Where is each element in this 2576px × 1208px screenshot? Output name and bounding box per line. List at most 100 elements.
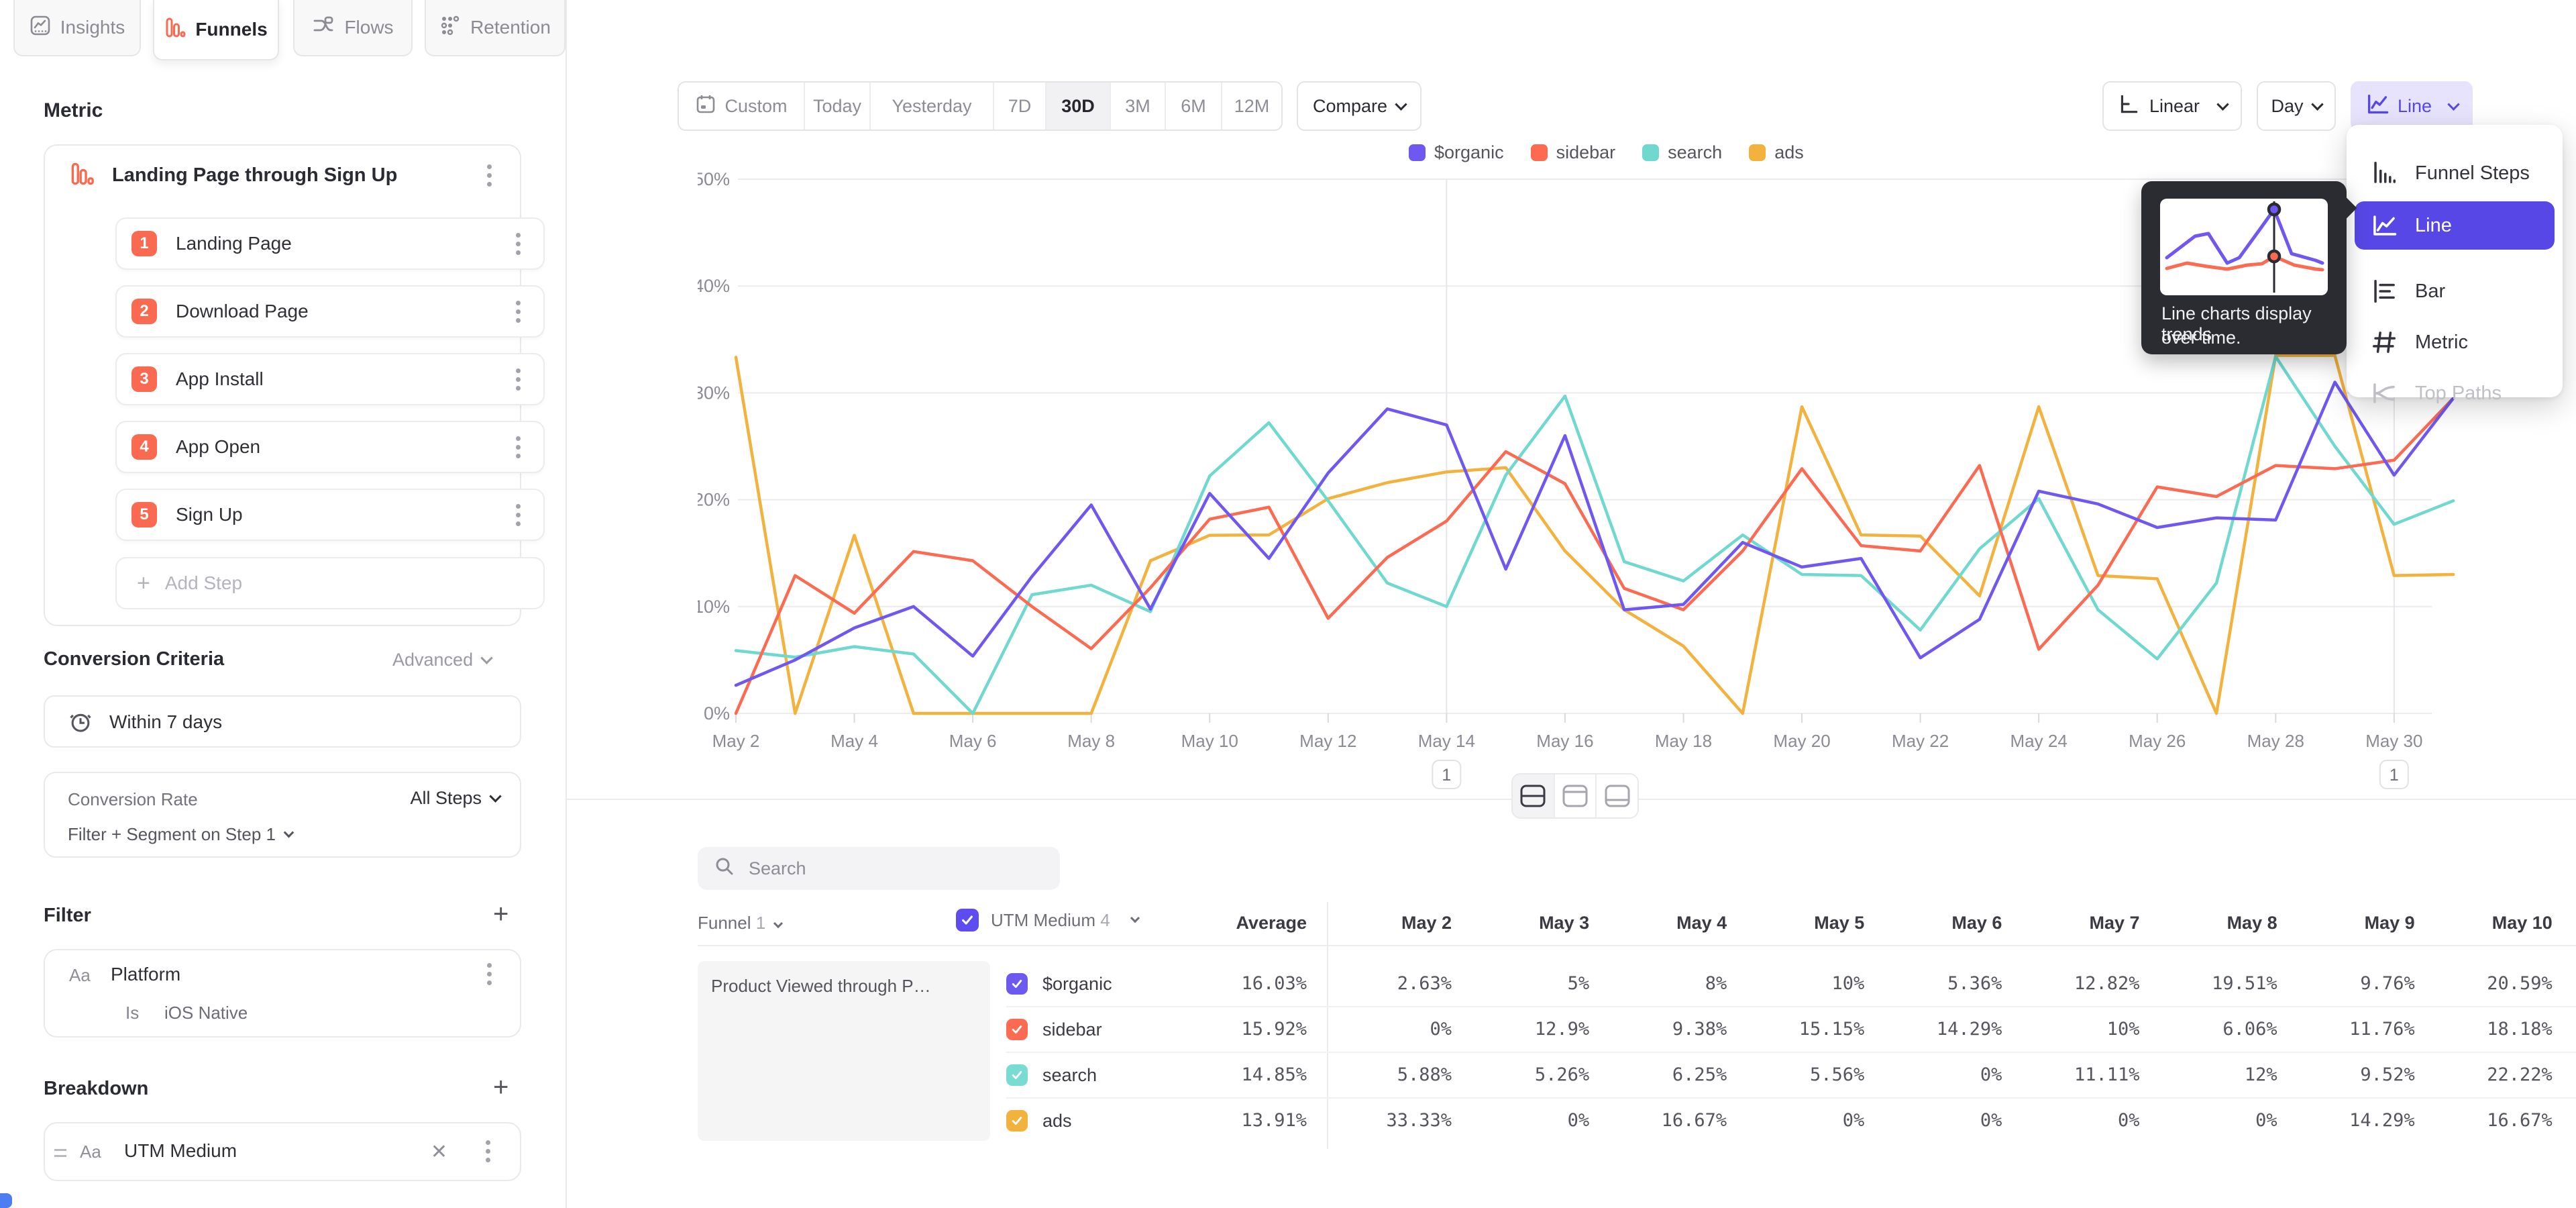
- compare-button[interactable]: Compare: [1297, 81, 1421, 131]
- row-checkbox[interactable]: [1006, 1019, 1028, 1040]
- breakdown-column-header[interactable]: UTM Medium 4: [956, 909, 1138, 932]
- range-custom[interactable]: Custom: [679, 83, 805, 130]
- menu-item-line[interactable]: Line: [2355, 201, 2555, 250]
- table-row-sidebar[interactable]: sidebar: [1006, 1007, 1102, 1052]
- legend-item-search[interactable]: search: [1642, 142, 1722, 163]
- funnel-step-2[interactable]: 2Download Page: [115, 285, 545, 338]
- chevron-down-icon: [1395, 98, 1407, 110]
- tab-flows[interactable]: Flows: [293, 0, 413, 56]
- scale-button[interactable]: Linear: [2102, 81, 2242, 131]
- layout-split-button[interactable]: [1513, 774, 1555, 817]
- menu-item-label: Funnel Steps: [2415, 162, 2530, 185]
- conversion-rate-selector[interactable]: All Steps: [410, 788, 500, 809]
- menu-item-funnel-steps[interactable]: Funnel Steps: [2355, 149, 2555, 197]
- column-header-may-4[interactable]: May 4: [1676, 913, 1727, 934]
- svg-text:0%: 0%: [704, 703, 730, 723]
- drag-handle-icon[interactable]: [54, 1149, 66, 1151]
- menu-item-label: Top Paths: [2415, 383, 2502, 405]
- legend-item-sidebar[interactable]: sidebar: [1531, 142, 1616, 163]
- menu-item-label: Bar: [2415, 281, 2445, 303]
- cell-value: 12.82%: [2074, 973, 2140, 994]
- filter-card[interactable]: Aa Platform Is iOS Native: [44, 949, 521, 1038]
- layout-table-only-button[interactable]: [1597, 774, 1638, 817]
- cell-value: 6.06%: [2222, 1019, 2277, 1040]
- chevron-down-icon: [2447, 98, 2459, 110]
- funnel-step-4[interactable]: 4App Open: [115, 421, 545, 473]
- row-checkbox[interactable]: [1006, 973, 1028, 995]
- range-yesterday[interactable]: Yesterday: [871, 83, 994, 130]
- svg-text:May 8: May 8: [1067, 731, 1115, 751]
- interval-button[interactable]: Day: [2257, 81, 2336, 131]
- cell-value: 5.26%: [1535, 1064, 1589, 1085]
- breakdown-card[interactable]: Aa UTM Medium ✕: [44, 1122, 521, 1181]
- column-header-average[interactable]: Average: [1236, 913, 1307, 934]
- filter-segment-toggle[interactable]: Filter + Segment on Step 1: [68, 824, 292, 845]
- breakdown-kebab-icon[interactable]: [486, 1149, 490, 1154]
- cell-value: 5.36%: [1947, 973, 2002, 994]
- column-header-may-8[interactable]: May 8: [2227, 913, 2277, 934]
- cell-value: 10%: [2107, 1019, 2140, 1040]
- table-row-organic[interactable]: $organic: [1006, 961, 1112, 1007]
- metric-card: Landing Page through Sign Up 1Landing Pa…: [44, 144, 521, 626]
- column-divider: [1327, 902, 1328, 1149]
- menu-item-metric[interactable]: Metric: [2355, 318, 2555, 366]
- table-row-ads[interactable]: ads: [1006, 1098, 1072, 1144]
- funnel-cell[interactable]: Product Viewed through P…: [698, 961, 990, 1141]
- range-today[interactable]: Today: [805, 83, 871, 130]
- step-kebab-icon[interactable]: [516, 445, 521, 450]
- table-search-input[interactable]: Search: [698, 847, 1060, 890]
- add-filter-button[interactable]: +: [493, 899, 508, 929]
- row-label: sidebar: [1042, 1019, 1102, 1040]
- select-all-checkbox[interactable]: [956, 909, 979, 932]
- layout-chart-only-button[interactable]: [1555, 774, 1597, 817]
- funnel-step-1[interactable]: 1Landing Page: [115, 217, 545, 270]
- chart-type-button[interactable]: Line: [2351, 81, 2473, 131]
- svg-text:May 16: May 16: [1536, 731, 1593, 751]
- cell-value: 5.88%: [1397, 1064, 1452, 1085]
- column-header-may-10[interactable]: May 10: [2492, 913, 2553, 934]
- sidebar-divider: [566, 0, 567, 1208]
- cell-value: 12%: [2245, 1064, 2277, 1085]
- row-checkbox[interactable]: [1006, 1064, 1028, 1086]
- column-header-may-6[interactable]: May 6: [1951, 913, 2002, 934]
- menu-item-label: Metric: [2415, 332, 2468, 354]
- funnel-column-header[interactable]: Funnel 1: [698, 913, 782, 934]
- range-12m[interactable]: 12M: [1222, 83, 1281, 130]
- step-kebab-icon[interactable]: [516, 513, 521, 517]
- close-icon[interactable]: ✕: [431, 1140, 447, 1164]
- step-kebab-icon[interactable]: [516, 377, 521, 382]
- step-kebab-icon[interactable]: [516, 242, 521, 246]
- funnel-step-3[interactable]: 3App Install: [115, 353, 545, 405]
- row-checkbox[interactable]: [1006, 1110, 1028, 1131]
- column-header-may-3[interactable]: May 3: [1539, 913, 1589, 934]
- range-7d[interactable]: 7D: [994, 83, 1046, 130]
- add-step-button[interactable]: + Add Step: [115, 557, 545, 609]
- legend-swatch: [1642, 144, 1659, 161]
- range-3m[interactable]: 3M: [1111, 83, 1166, 130]
- advanced-toggle[interactable]: Advanced: [392, 650, 491, 670]
- column-header-may-5[interactable]: May 5: [1814, 913, 1864, 934]
- column-header-may-7[interactable]: May 7: [2089, 913, 2139, 934]
- tooltip-mini-chart: [2160, 199, 2328, 295]
- conversion-window[interactable]: Within 7 days: [44, 695, 521, 748]
- legend-item-ads[interactable]: ads: [1749, 142, 1804, 163]
- funnel-step-5[interactable]: 5Sign Up: [115, 489, 545, 541]
- range-30d[interactable]: 30D: [1046, 83, 1111, 130]
- table-row-search[interactable]: search: [1006, 1052, 1097, 1098]
- scrollbar-thumb[interactable]: [0, 1193, 12, 1208]
- chart-type-menu: Funnel StepsLineBarMetricTop Paths: [2347, 125, 2563, 397]
- header-divider: [698, 945, 2576, 946]
- funnel-kebab-icon[interactable]: [487, 173, 492, 178]
- filter-kebab-icon[interactable]: [487, 972, 492, 976]
- menu-item-bar[interactable]: Bar: [2355, 267, 2555, 315]
- legend-item-organic[interactable]: $organic: [1409, 142, 1504, 163]
- column-header-may-9[interactable]: May 9: [2365, 913, 2415, 934]
- funnel-title: Landing Page through Sign Up: [112, 164, 487, 187]
- tab-insights[interactable]: Insights: [13, 0, 141, 56]
- range-6m[interactable]: 6M: [1166, 83, 1222, 130]
- add-breakdown-button[interactable]: +: [493, 1072, 508, 1103]
- step-kebab-icon[interactable]: [516, 309, 521, 314]
- tab-retention[interactable]: Retention: [425, 0, 566, 56]
- tab-funnels[interactable]: Funnels: [153, 0, 279, 60]
- column-header-may-2[interactable]: May 2: [1401, 913, 1452, 934]
